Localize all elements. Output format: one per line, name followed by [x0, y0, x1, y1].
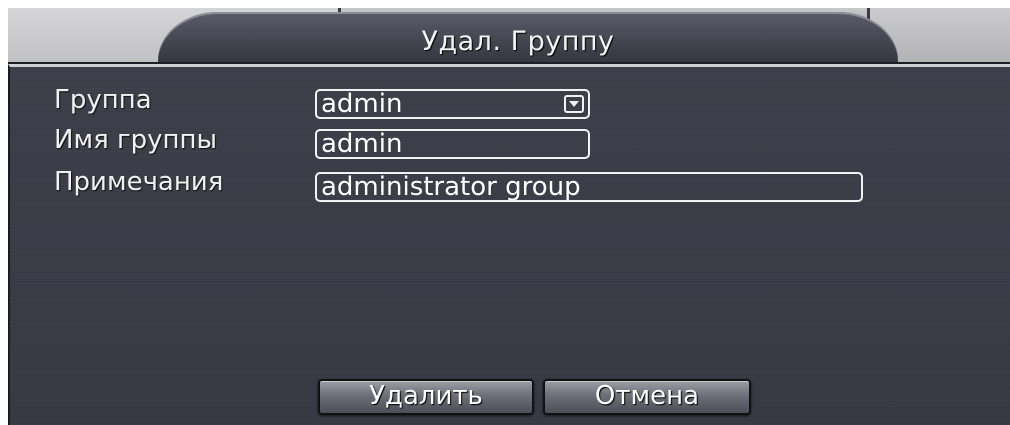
group-name-label: Имя группы	[54, 125, 218, 155]
dialog-body: Группа admin Имя группы admin Примечания…	[8, 64, 1010, 425]
notes-label: Примечания	[54, 167, 224, 197]
group-select[interactable]: admin	[315, 89, 590, 119]
notes-field[interactable]: administrator group	[315, 172, 863, 202]
dialog-title: Удал. Группу	[421, 26, 615, 57]
group-name-value: admin	[321, 129, 403, 159]
group-select-value: admin	[321, 89, 403, 119]
delete-button[interactable]: Удалить	[318, 379, 534, 415]
notes-value: administrator group	[321, 172, 581, 202]
chevron-down-icon[interactable]	[564, 95, 584, 113]
group-name-field[interactable]: admin	[315, 129, 590, 159]
title-bar: Удал. Группу	[8, 8, 1010, 62]
dialog-window: Удал. Группу Группа admin Имя группы adm…	[0, 0, 1010, 425]
group-label: Группа	[54, 85, 152, 115]
cancel-button[interactable]: Отмена	[543, 379, 751, 415]
